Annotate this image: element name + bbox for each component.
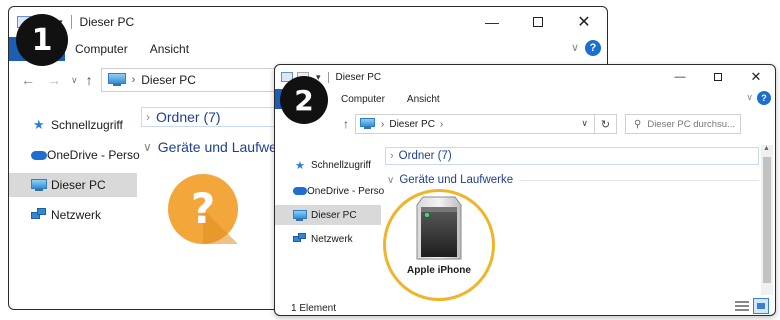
sidebar-item-this-pc[interactable]: Dieser PC <box>275 205 381 225</box>
chevron-down-icon: ∨ <box>387 174 395 186</box>
group-folders-label: Ordner (7) <box>156 109 221 125</box>
sidebar-item-label: OneDrive - Perso <box>307 185 385 197</box>
network-icon <box>293 233 311 245</box>
scroll-up-icon[interactable]: ▲ <box>763 145 770 152</box>
help-icon[interactable]: ? <box>585 40 601 56</box>
tab-computer[interactable]: Computer <box>341 94 385 105</box>
pc-icon <box>293 209 311 221</box>
breadcrumb-chevron-icon: › <box>381 118 385 130</box>
up-button[interactable]: ↑ <box>343 117 349 131</box>
device-drive-icon <box>416 196 462 260</box>
window-controls: — ✕ <box>469 7 607 37</box>
sidebar-item-onedrive[interactable]: OneDrive - Perso <box>9 141 140 169</box>
cloud-icon <box>31 150 47 160</box>
forward-button[interactable]: → <box>47 72 61 88</box>
title-separator <box>327 71 329 83</box>
help-icon[interactable]: ? <box>757 91 771 105</box>
sidebar-item-label: Netzwerk <box>51 208 102 222</box>
navigation-pane: ★ Schnellzugriff OneDrive - Perso Dieser… <box>275 153 385 251</box>
address-bar[interactable]: › Dieser PC › ∨ ↻ <box>355 114 617 134</box>
device-apple-iphone[interactable]: Apple iPhone <box>399 193 479 293</box>
group-folders[interactable]: › Ordner (7) <box>385 147 759 165</box>
network-icon <box>31 208 51 222</box>
navigation-pane: ★ Schnellzugriff OneDrive - Perso Dieser… <box>9 111 140 229</box>
breadcrumb-chevron-icon: › <box>131 74 136 86</box>
address-dropdown-icon[interactable]: ∨ <box>581 118 588 129</box>
cloud-icon <box>293 187 307 195</box>
sidebar-item-network[interactable]: Netzwerk <box>275 227 381 251</box>
search-input[interactable]: ⚲ Dieser PC durchsu... <box>625 114 741 134</box>
star-icon: ★ <box>295 159 305 172</box>
pc-icon <box>31 178 51 192</box>
tab-computer[interactable]: Computer <box>75 42 128 56</box>
sidebar-item-quick-access[interactable]: ★ Schnellzugriff <box>275 153 381 177</box>
question-mark-icon: ? <box>168 174 238 244</box>
pc-icon <box>107 73 126 87</box>
sidebar-item-label: Schnellzugriff <box>311 159 371 171</box>
maximize-button[interactable] <box>515 7 561 37</box>
details-view-icon[interactable] <box>735 301 749 313</box>
title-bar: ▾ Dieser PC — ✕ <box>275 65 775 89</box>
maximize-icon <box>714 73 722 81</box>
title-separator <box>70 15 72 29</box>
ribbon-tabs: Computer Ansicht ∨ ? <box>275 89 775 109</box>
search-icon: ⚲ <box>634 118 642 130</box>
sidebar-item-label: OneDrive - Perso <box>47 148 140 162</box>
expand-ribbon-icon[interactable]: ∨ <box>571 41 579 54</box>
search-placeholder: Dieser PC durchsu... <box>647 118 735 130</box>
close-button[interactable]: ✕ <box>737 65 775 89</box>
sidebar-item-label: Dieser PC <box>51 178 106 192</box>
breadcrumb-chevron-icon: › <box>439 118 444 130</box>
maximize-button[interactable] <box>699 65 737 89</box>
back-button[interactable]: ← <box>21 72 35 88</box>
scroll-thumb[interactable] <box>763 157 771 283</box>
svg-text:?: ? <box>191 184 215 233</box>
recent-locations-icon[interactable]: ∨ <box>71 75 78 86</box>
expand-ribbon-icon[interactable]: ∨ <box>746 92 753 103</box>
breadcrumb-location[interactable]: Dieser PC <box>389 119 435 130</box>
explorer-window-2: ▾ Dieser PC — ✕ Computer Ansicht ∨ ? ↑ ›… <box>274 64 776 316</box>
group-folders[interactable]: › Ordner (7) <box>141 107 281 127</box>
chevron-right-icon: › <box>390 150 394 162</box>
star-icon: ★ <box>33 117 45 132</box>
pc-icon <box>360 118 376 130</box>
address-bar[interactable]: › Dieser PC <box>100 68 301 92</box>
step-badge-1: 1 <box>16 14 68 66</box>
minimize-button[interactable]: — <box>661 65 699 89</box>
group-divider <box>519 179 759 181</box>
ribbon-tabs: Computer Ansicht ∨ ? <box>9 37 607 61</box>
up-button[interactable]: ↑ <box>86 72 93 88</box>
maximize-icon <box>533 17 543 27</box>
group-folders-label: Ordner (7) <box>398 150 452 162</box>
chevron-right-icon: › <box>146 110 150 124</box>
chevron-down-icon: ∨ <box>143 140 152 154</box>
sidebar-item-label: Dieser PC <box>311 209 357 221</box>
address-row: ↑ › Dieser PC › ∨ ↻ ⚲ Dieser PC durchsu.… <box>275 113 775 135</box>
sidebar-item-this-pc[interactable]: Dieser PC <box>9 173 137 197</box>
tab-ansicht[interactable]: Ansicht <box>150 42 189 56</box>
sidebar-item-network[interactable]: Netzwerk <box>9 201 137 229</box>
tiles-view-icon[interactable] <box>753 298 769 314</box>
window-title: Dieser PC <box>335 71 382 83</box>
title-bar: ▾ Dieser PC — ✕ <box>9 7 607 37</box>
group-devices[interactable]: ∨ Geräte und Laufwerke <box>143 137 296 157</box>
sidebar-item-onedrive[interactable]: OneDrive - Perso <box>275 179 385 203</box>
sidebar-item-label: Netzwerk <box>311 233 353 245</box>
close-button[interactable]: ✕ <box>561 7 607 37</box>
breadcrumb-location[interactable]: Dieser PC <box>141 73 196 87</box>
group-devices[interactable]: ∨ Geräte und Laufwerke <box>387 171 759 189</box>
device-label: Apple iPhone <box>407 265 471 276</box>
window-controls: — ✕ <box>661 65 775 89</box>
refresh-icon[interactable]: ↻ <box>594 114 616 134</box>
scrollbar[interactable]: ▲ <box>761 145 773 295</box>
status-item-count: 1 Element <box>291 303 337 314</box>
group-devices-label: Geräte und Laufwerke <box>399 174 514 186</box>
sidebar-item-label: Schnellzugriff <box>51 118 123 132</box>
minimize-button[interactable]: — <box>469 7 515 37</box>
sidebar-item-quick-access[interactable]: ★ Schnellzugriff <box>9 111 137 139</box>
tab-ansicht[interactable]: Ansicht <box>407 94 440 105</box>
window-title: Dieser PC <box>79 15 135 29</box>
step-badge-2: 2 <box>280 76 328 124</box>
